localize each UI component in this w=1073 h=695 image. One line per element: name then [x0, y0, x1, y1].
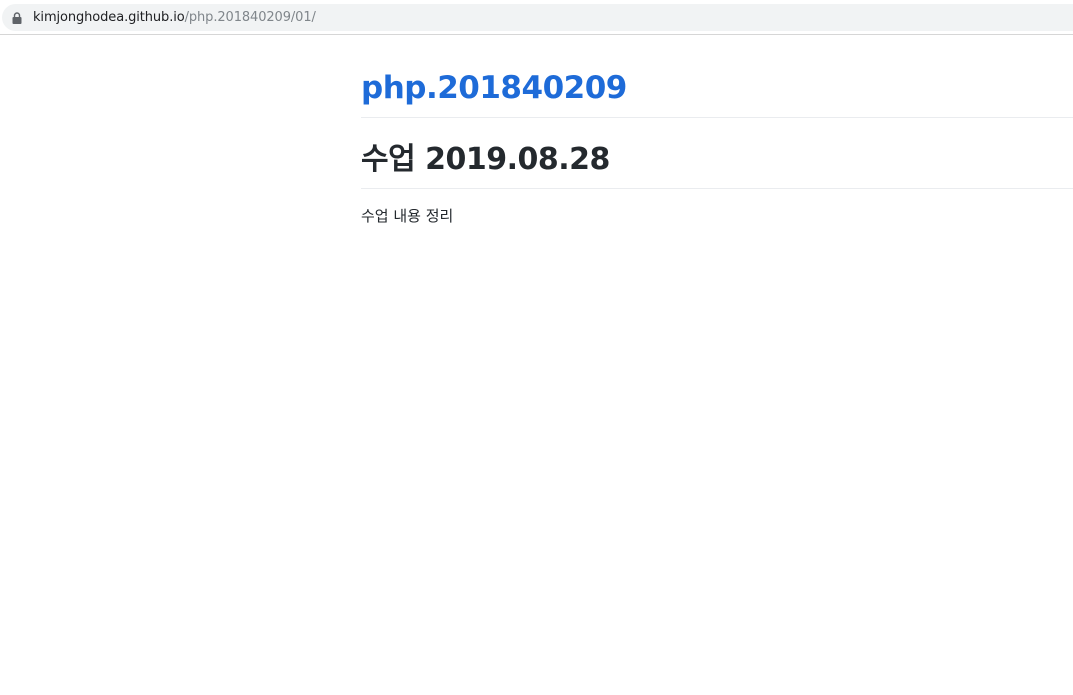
title-divider [361, 188, 1073, 189]
url-text[interactable]: kimjonghodea.github.io/php.201840209/01/ [33, 10, 316, 25]
header-divider [361, 117, 1073, 118]
post-body-text: 수업 내용 정리 [361, 207, 454, 225]
page-content: php.201840209 수업 2019.08.28 수업 내용 정리 [361, 36, 1073, 226]
url-host: kimjonghodea.github.io [33, 10, 185, 25]
site-title-link[interactable]: php.201840209 [361, 70, 1073, 107]
lock-icon[interactable] [12, 11, 22, 24]
post-title: 수업 2019.08.28 [361, 142, 610, 177]
browser-address-bar: kimjonghodea.github.io/php.201840209/01/ [0, 0, 1073, 35]
omnibox[interactable]: kimjonghodea.github.io/php.201840209/01/ [2, 4, 1073, 31]
url-path: /php.201840209/01/ [184, 10, 316, 25]
